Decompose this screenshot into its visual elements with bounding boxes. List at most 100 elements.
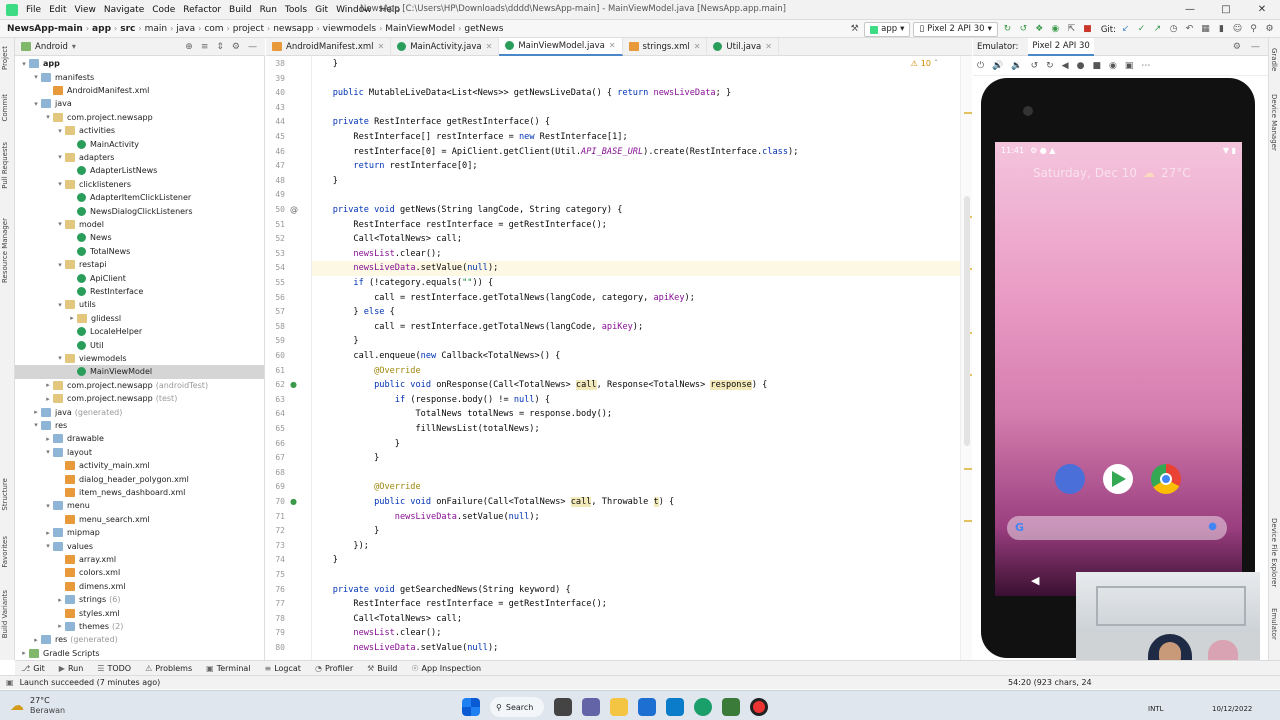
code-line[interactable]: newsLiveData.setValue(null); — [312, 510, 960, 525]
gradle-tool-tab[interactable]: Gradle — [1270, 48, 1278, 71]
tree-item[interactable]: ▾ utils — [15, 298, 264, 311]
code-line[interactable]: } — [312, 57, 960, 72]
code-line[interactable] — [312, 568, 960, 583]
locate-icon[interactable]: ⊕ — [185, 42, 193, 52]
tree-item[interactable]: ▸ Gradle Scripts — [15, 647, 264, 660]
menu-item-git[interactable]: Git — [311, 5, 332, 15]
chevron-right-icon[interactable]: ▸ — [67, 314, 77, 322]
tree-item[interactable]: AdapterItemClickListener — [15, 191, 264, 204]
weather-icon[interactable]: ☁ — [10, 698, 24, 714]
expand-icon[interactable]: ⇕ — [216, 42, 224, 52]
run-config-select[interactable]: app ▾ — [864, 22, 911, 37]
tree-item[interactable]: News — [15, 231, 264, 244]
chevron-down-icon[interactable]: ▾ — [55, 127, 65, 135]
tool-window-profiler[interactable]: ◔ Profiler — [315, 664, 353, 673]
breadcrumb-item[interactable]: app — [89, 24, 114, 34]
tool-window-todo[interactable]: ☰ TODO — [97, 664, 131, 673]
task-view-icon[interactable] — [554, 698, 572, 716]
editor-tab[interactable]: MainViewModel.java ✕ — [499, 37, 623, 56]
close-button[interactable]: ✕ — [1244, 0, 1280, 20]
cursor-position[interactable]: 54:20 (923 chars, 24 — [1008, 678, 1092, 687]
code-line[interactable]: @Override — [312, 364, 960, 379]
chevron-down-icon[interactable]: ▾ — [43, 448, 53, 456]
code-line[interactable]: call = restInterface.getTotalNews(langCo… — [312, 291, 960, 306]
tree-item[interactable]: dialog_header_polygon.xml — [15, 472, 264, 485]
tree-item[interactable]: ▾ app — [15, 57, 264, 70]
volume-up-icon[interactable]: 🔊 — [992, 61, 1003, 71]
minimize-button[interactable]: — — [1172, 0, 1208, 20]
code-line[interactable]: } — [312, 174, 960, 189]
phone-screen[interactable]: 11:41 ⚙ ● ▲ ▼ ▮ Saturday, Dec 10 ☁ 27°C … — [995, 142, 1242, 596]
rollback-icon[interactable]: ↶ — [1183, 23, 1196, 36]
code-line[interactable]: newsList.clear(); — [312, 626, 960, 641]
snapshot-icon[interactable]: ▣ — [1125, 61, 1134, 71]
code-line[interactable]: private void getSearchedNews(String keyw… — [312, 583, 960, 598]
code-line[interactable]: public void onFailure(Call<TotalNews> ca… — [312, 495, 960, 510]
tree-item[interactable]: ▸ mipmap — [15, 526, 264, 539]
breadcrumb-item[interactable]: src — [117, 24, 138, 34]
project-view-select[interactable]: Android — [35, 42, 68, 52]
editor-tab[interactable]: AndroidManifest.xml ✕ — [266, 37, 392, 56]
profile-icon[interactable]: ◉ — [1049, 23, 1062, 36]
tree-item[interactable]: ▸ strings (6) — [15, 593, 264, 606]
warning-marker[interactable] — [964, 468, 972, 470]
code-line[interactable]: restInterface[0] = ApiClient.getClient(U… — [312, 145, 960, 160]
git-push-icon[interactable]: ↗ — [1151, 23, 1164, 36]
weather-desc[interactable]: Berawan — [30, 706, 65, 716]
chevron-down-icon[interactable]: ▾ — [19, 60, 29, 68]
chevron-right-icon[interactable]: ▸ — [43, 395, 53, 403]
tree-item[interactable]: ▸ com.project.newsapp (test) — [15, 392, 264, 405]
tree-item[interactable]: dimens.xml — [15, 580, 264, 593]
structure-tool-tab[interactable]: Structure — [1, 478, 9, 511]
chevron-down-icon[interactable]: ▾ — [55, 220, 65, 228]
stop-icon[interactable]: ■ — [1081, 23, 1094, 36]
code-line[interactable]: RestInterface[] restInterface = new Rest… — [312, 130, 960, 145]
git-update-icon[interactable]: ↙ — [1119, 23, 1132, 36]
chevron-down-icon[interactable]: ▾ — [31, 73, 41, 81]
code-editor[interactable]: ⚠ 10 ˆ } public MutableLiveData<List<New… — [312, 56, 960, 660]
code-line[interactable] — [312, 101, 960, 116]
warning-marker[interactable] — [964, 520, 972, 522]
breadcrumb-item[interactable]: NewsApp-main — [4, 24, 86, 34]
breadcrumb-item[interactable]: java — [173, 24, 198, 34]
windows-start-icon[interactable] — [462, 698, 480, 716]
tool-window-logcat[interactable]: ≡ Logcat — [265, 664, 301, 673]
status-message[interactable]: Launch succeeded (7 minutes ago) — [20, 678, 161, 687]
chevron-down-icon[interactable]: ▾ — [55, 354, 65, 362]
menu-item-code[interactable]: Code — [148, 5, 179, 15]
code-line[interactable] — [312, 188, 960, 203]
tool-window-app-inspection[interactable]: ☉ App Inspection — [411, 664, 481, 673]
debug-icon[interactable]: ❖ — [1033, 23, 1046, 36]
search-icon[interactable]: ⚲ — [1247, 23, 1260, 36]
gear-icon[interactable]: ⚙ — [232, 42, 240, 52]
tree-item[interactable]: activity_main.xml — [15, 459, 264, 472]
tree-item[interactable]: AdapterListNews — [15, 164, 264, 177]
device-file-explorer-tool-tab[interactable]: Device File Explorer — [1270, 518, 1278, 587]
tree-item[interactable]: ▸ com.project.newsapp (androidTest) — [15, 379, 264, 392]
editor-tab[interactable]: strings.xml ✕ — [623, 37, 708, 56]
store-icon[interactable] — [666, 698, 684, 716]
tree-item[interactable]: ▾ com.project.newsapp — [15, 111, 264, 124]
sdk-manager-icon[interactable]: ▦ — [1199, 23, 1212, 36]
hide-icon[interactable]: — — [248, 42, 257, 52]
breadcrumb-item[interactable]: newsapp — [270, 24, 316, 34]
tree-item[interactable]: ▾ values — [15, 539, 264, 552]
tree-item[interactable]: NewsDialogClickListeners — [15, 204, 264, 217]
code-line[interactable]: } — [312, 524, 960, 539]
breadcrumb-item[interactable]: project — [230, 24, 267, 34]
tree-item[interactable]: menu_search.xml — [15, 513, 264, 526]
power-icon[interactable]: ⏻ — [977, 61, 984, 71]
language-indicator[interactable]: INTL — [1148, 705, 1163, 713]
tree-item[interactable]: ▸ themes (2) — [15, 620, 264, 633]
code-line[interactable]: if (!category.equals("")) { — [312, 276, 960, 291]
recording-icon[interactable] — [750, 698, 768, 716]
tool-window-build[interactable]: ⚒ Build — [367, 664, 397, 673]
tree-item[interactable]: ▾ res — [15, 419, 264, 432]
hide-icon[interactable]: — — [1251, 42, 1260, 52]
device-manager-tool-tab[interactable]: Device Manager — [1270, 94, 1278, 151]
chevron-right-icon[interactable]: ▸ — [43, 435, 53, 443]
volume-down-icon[interactable]: 🔉 — [1011, 61, 1022, 71]
home-icon[interactable]: ● — [1077, 61, 1085, 71]
tree-item[interactable]: AndroidManifest.xml — [15, 84, 264, 97]
rotate-left-icon[interactable]: ↺ — [1031, 61, 1039, 71]
